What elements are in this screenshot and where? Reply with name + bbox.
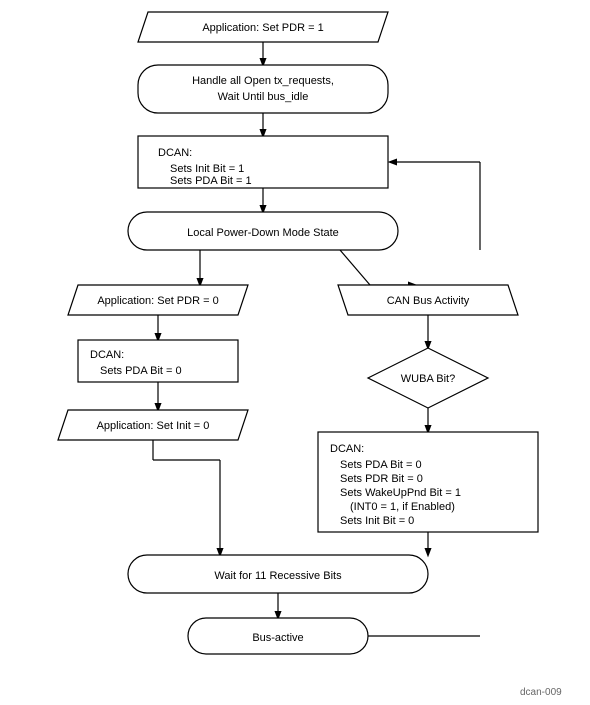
dcan-wake-label4: Sets WakeUpPnd Bit = 1 (340, 487, 461, 499)
handle-tx-label2: Wait Until bus_idle (218, 91, 309, 103)
dcan-wake-label1: DCAN: (330, 443, 364, 455)
dcan-wake-label3: Sets PDR Bit = 0 (340, 473, 423, 485)
handle-tx-label1: Handle all Open tx_requests, (192, 75, 334, 87)
dcan-wake-label5: (INT0 = 1, if Enabled) (350, 501, 455, 513)
wuba-label: WUBA Bit? (401, 373, 455, 385)
set-pdr-label: Application: Set PDR = 1 (202, 22, 323, 34)
dcan-init-label3: Sets PDA Bit = 1 (170, 175, 252, 187)
dcan-wake-label6: Sets Init Bit = 0 (340, 515, 414, 527)
dcan-init-label1: DCAN: (158, 147, 192, 159)
dcan-pda0-label1: DCAN: (90, 349, 124, 361)
watermark-label: dcan-009 (520, 687, 562, 698)
bus-active-label: Bus-active (252, 632, 303, 644)
dcan-pda0-label2: Sets PDA Bit = 0 (100, 365, 182, 377)
wait-recessive-label: Wait for 11 Recessive Bits (214, 570, 342, 582)
set-pdr0-label: Application: Set PDR = 0 (97, 295, 218, 307)
can-bus-label: CAN Bus Activity (387, 295, 470, 307)
power-down-label: Local Power-Down Mode State (187, 227, 339, 239)
dcan-init-label2: Sets Init Bit = 1 (170, 163, 244, 175)
dcan-wake-label2: Sets PDA Bit = 0 (340, 459, 422, 471)
set-init0-label: Application: Set Init = 0 (97, 420, 210, 432)
diagram-container: Application: Set PDR = 1 Handle all Open… (0, 0, 590, 705)
